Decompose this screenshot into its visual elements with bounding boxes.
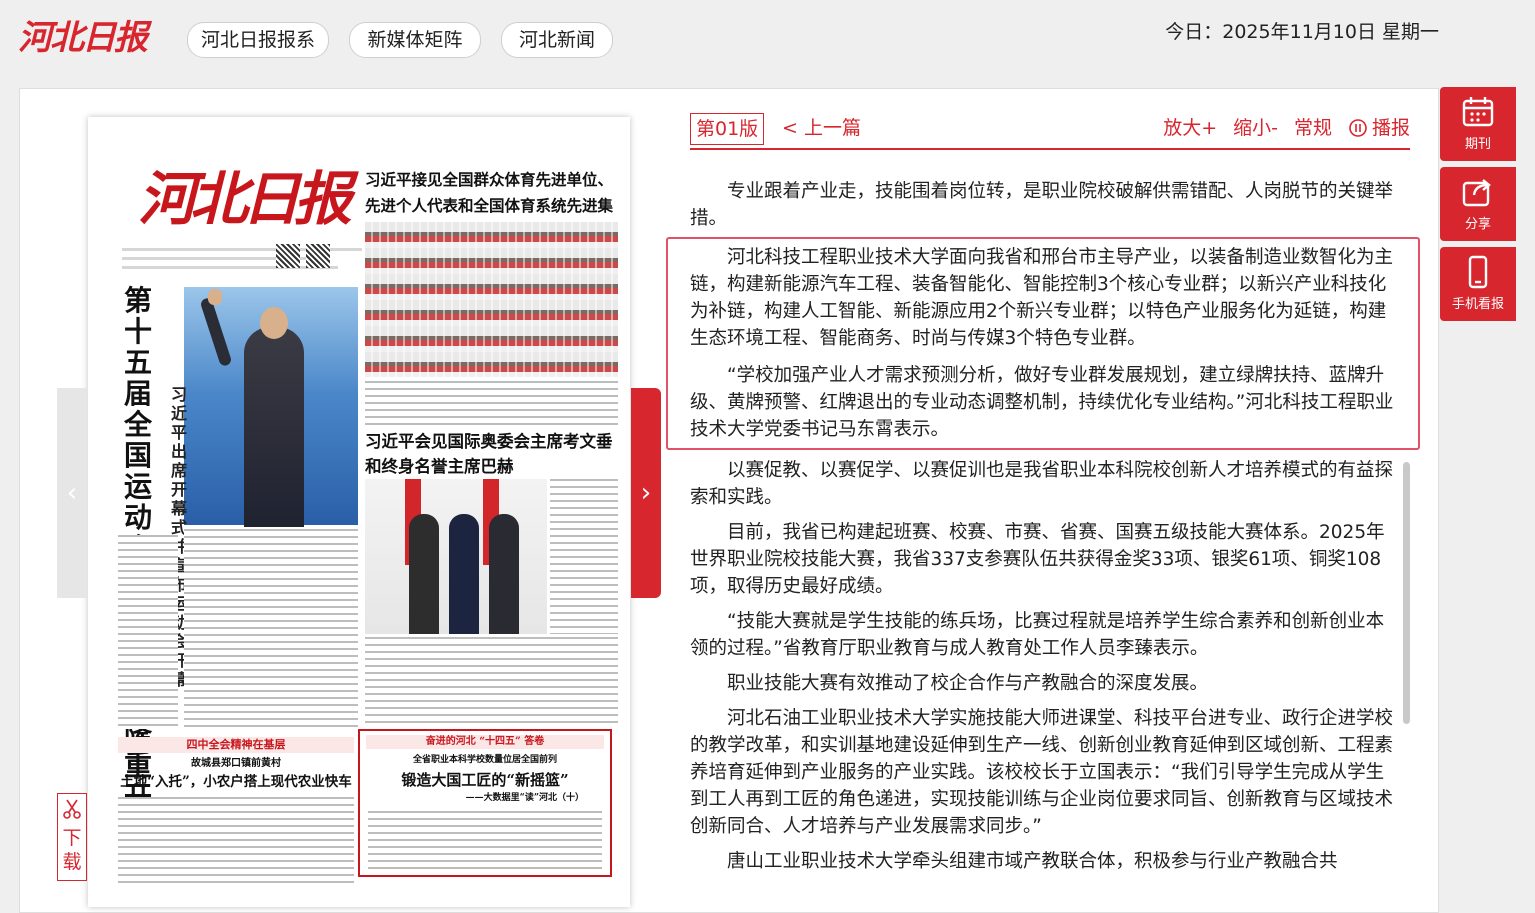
side-tab-mobile[interactable]: 手机看报 (1440, 247, 1516, 321)
box-kicker: 奋进的河北 “十四五” 答卷 (366, 735, 604, 749)
broadcast-icon (1349, 119, 1367, 137)
box-text (368, 811, 602, 869)
article-paragraph: 目前，我省已构建起班赛、校赛、市赛、省赛、国赛五级技能大赛体系。2025年世界职… (690, 522, 1385, 597)
article-column-0 (118, 535, 178, 729)
story-title[interactable]: 土地“入托”，小农户搭上现代农业快车 (118, 772, 354, 792)
share-icon (1462, 179, 1491, 207)
article-paragraph: 唐山工业职业技术大学牵头组建市域产教联合体，积极参与行业产教融合共 (727, 851, 1338, 872)
side-tab-label: 期刊 (1464, 137, 1491, 152)
article-column-2 (550, 479, 618, 634)
scissors-icon (63, 799, 81, 819)
figure-center (449, 514, 479, 634)
zoom-out-button[interactable]: 缩小- (1233, 113, 1278, 143)
person-head (260, 307, 288, 339)
article-paragraph: 河北石油工业职业技术大学实施技能大师进课堂、科技平台进专业、政行企进学校的教学改… (690, 708, 1394, 837)
mobile-phone-icon (1468, 255, 1488, 289)
broadcast-label: 播报 (1371, 117, 1410, 139)
top-bar: 河北日报 河北日报报系 新媒体矩阵 河北新闻 今日：2025年11月10日 星期… (0, 0, 1535, 84)
photo-caption (365, 381, 618, 425)
normal-size-button[interactable]: 常规 (1294, 113, 1332, 143)
article-column-4 (118, 797, 354, 887)
prev-page-arrow[interactable]: ‹ (57, 388, 87, 598)
article-column-3 (365, 637, 618, 725)
person-arm (199, 296, 233, 368)
article-paragraph: “技能大赛就是学生技能的练兵场，比赛过程就是培养学生综合素养和创新创业本领的过程… (690, 611, 1385, 659)
article-paragraph: “学校加强产业人才需求预测分析，做好专业群发展规划，建立绿牌扶持、蓝牌升级、黄牌… (690, 365, 1394, 440)
broadcast-button[interactable]: 播报 (1348, 113, 1410, 143)
nav-pill-hebei-news[interactable]: 河北新闻 (501, 22, 613, 58)
side-tab-issues[interactable]: 期刊 (1440, 87, 1516, 161)
meeting-photo (365, 479, 547, 634)
article-paragraph: 专业跟着产业走，技能围着岗位转，是职业院校破解供需错配、人岗脱节的关键举措。 (690, 181, 1394, 229)
paper-masthead: 河北日报 (138, 165, 352, 233)
person-figure (244, 327, 304, 527)
featured-story-box[interactable]: 奋进的河北 “十四五” 答卷 全省职业本科学校数量位居全国前列 锻造大国工匠的“… (358, 729, 612, 877)
side-tab-label: 分享 (1464, 217, 1491, 232)
figure-left (409, 514, 439, 634)
article-scrollbar[interactable] (1403, 462, 1410, 724)
figure-right (489, 514, 519, 634)
qr-code-icon (276, 244, 300, 268)
article-paragraph: 职业技能大赛有效推动了校企合作与产教融合的深度发展。 (727, 673, 1209, 694)
person-hand (208, 289, 222, 305)
nav-pill-new-media[interactable]: 新媒体矩阵 (349, 22, 481, 58)
site-logo[interactable]: 河北日报 (18, 16, 158, 60)
reading-tools: 放大+ 缩小- 常规 播报 (1163, 113, 1410, 143)
box-sub: ——大数据里“读”河北（十） (465, 793, 584, 803)
story-kicker: 故城县郑口镇前黄村 (191, 758, 281, 769)
group-photo (365, 222, 618, 377)
edition-badge[interactable]: 第01版 (690, 113, 765, 145)
download-button[interactable]: 下载 (57, 793, 87, 881)
prev-article-link[interactable]: < 上一篇 (782, 113, 861, 143)
box-lead: 全省职业本科学校数量位居全国前列 (412, 755, 557, 765)
box-title: 锻造大国工匠的“新摇篮” (401, 771, 569, 789)
article-column-1 (184, 529, 358, 729)
article-body: 专业跟着产业走，技能围着岗位转，是职业院校破解供需错配、人岗脱节的关键举措。 河… (690, 178, 1402, 883)
side-tab-share[interactable]: 分享 (1440, 167, 1516, 241)
section-band: 四中全会精神在基层 (118, 737, 354, 753)
zoom-in-button[interactable]: 放大+ (1163, 113, 1217, 143)
headline-ioc-meeting[interactable]: 习近平会见国际奥委会主席考文垂和终身名誉主席巴赫 (365, 429, 623, 479)
qr-code-icon (306, 244, 330, 268)
nav-pill-hebei-daily-group[interactable]: 河北日报报系 (187, 22, 329, 58)
side-tab-label: 手机看报 (1451, 297, 1504, 312)
next-page-arrow[interactable]: › (631, 388, 661, 598)
calendar-icon (1462, 97, 1494, 127)
download-label: 下载 (62, 827, 82, 873)
article-paragraph: 河北科技工程职业技术大学面向我省和邢台市主导产业，以装备制造业数智化为主链，构建… (690, 247, 1394, 349)
newspaper-page-preview[interactable]: 河北日报 习近平接见全国群众体育先进单位、先进个人代表和全国体育系统先进集体、先… (88, 117, 630, 907)
article-paragraph: 以赛促教、以赛促学、以赛促训也是我省职业本科院校创新人才培养模式的有益探索和实践… (690, 460, 1394, 508)
main-photo (184, 287, 358, 527)
today-date: 今日：2025年11月10日 星期一 (1165, 21, 1439, 43)
toolbar-divider (690, 148, 1410, 150)
